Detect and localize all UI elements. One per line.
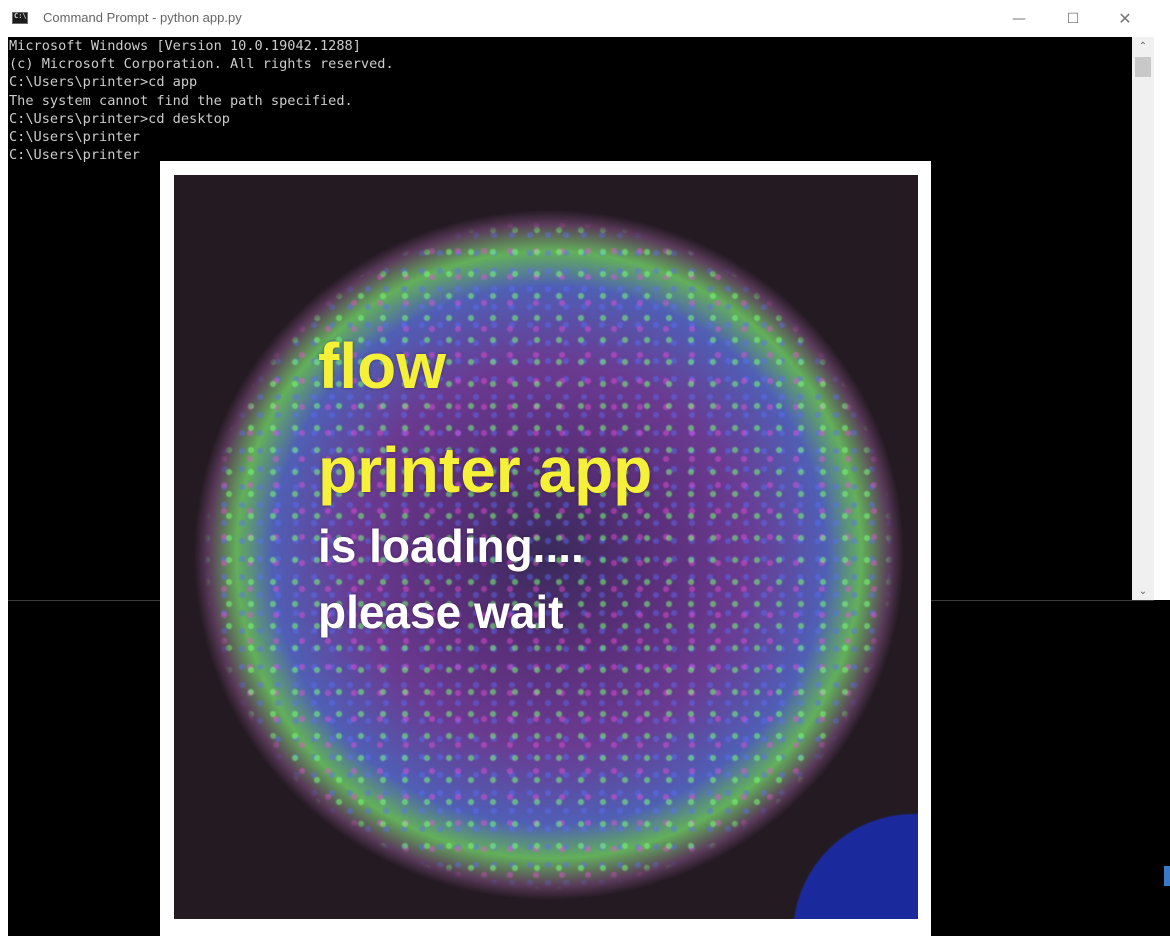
- console-line: Microsoft Windows [Version 10.0.19042.12…: [9, 38, 361, 54]
- console-line: (c) Microsoft Corporation. All rights re…: [9, 56, 394, 73]
- splash-wait-text: please wait: [318, 586, 564, 638]
- console-line: C:\Users\printer>cd desktop: [9, 110, 230, 127]
- splash-title-line1: flow: [318, 330, 446, 402]
- window-title: Command Prompt - python app.py: [43, 10, 242, 25]
- taskbar-edge: [1164, 866, 1170, 886]
- console-line: C:\Users\printer>cd app: [9, 74, 198, 91]
- maximize-button[interactable]: ☐: [1050, 0, 1096, 37]
- splash-loading-text: is loading....: [318, 520, 584, 572]
- scroll-thumb[interactable]: [1135, 57, 1151, 77]
- title-bar[interactable]: Command Prompt - python app.py — ☐ ✕: [0, 0, 1170, 37]
- splash-title-line2: printer app: [318, 434, 653, 506]
- close-button[interactable]: ✕: [1102, 0, 1148, 37]
- console-line: The system cannot find the path specifie…: [9, 92, 353, 109]
- console-icon: [12, 12, 28, 24]
- splash-window: flow printer app is loading.... please w…: [160, 161, 931, 936]
- scroll-down-icon[interactable]: ⌄: [1132, 582, 1154, 600]
- minimize-button[interactable]: —: [996, 0, 1042, 37]
- scroll-up-icon[interactable]: ⌃: [1132, 37, 1154, 55]
- console-line: C:\Users\printer: [9, 129, 140, 146]
- vertical-scrollbar[interactable]: ⌃ ⌄: [1132, 37, 1154, 600]
